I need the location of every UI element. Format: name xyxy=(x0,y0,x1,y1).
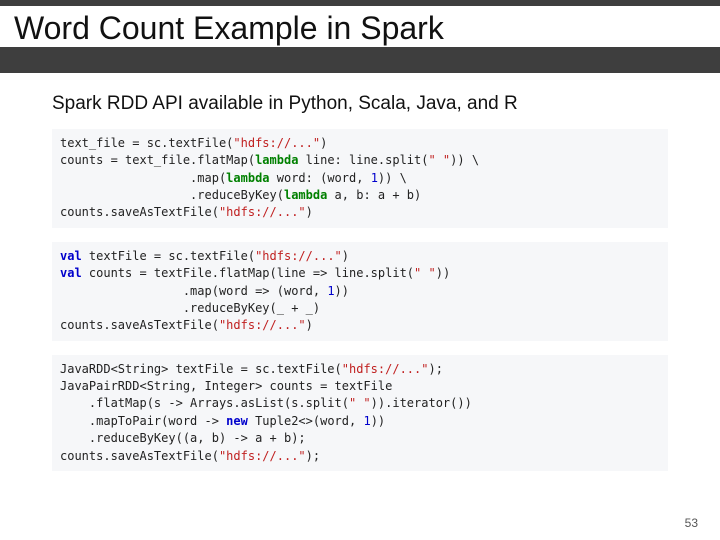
slide: Word Count Example in Spark Spark RDD AP… xyxy=(0,0,720,540)
code-block-java: JavaRDD<String> textFile = sc.textFile("… xyxy=(52,355,668,471)
header: Word Count Example in Spark xyxy=(0,0,720,73)
page-title: Word Count Example in Spark xyxy=(0,6,720,47)
subtitle: Spark RDD API available in Python, Scala… xyxy=(52,93,720,115)
page-number: 53 xyxy=(685,516,698,530)
code-block-python: text_file = sc.textFile("hdfs://...") co… xyxy=(52,129,668,228)
code-wrap: text_file = sc.textFile("hdfs://...") co… xyxy=(52,129,668,471)
code-block-scala: val textFile = sc.textFile("hdfs://...")… xyxy=(52,242,668,341)
